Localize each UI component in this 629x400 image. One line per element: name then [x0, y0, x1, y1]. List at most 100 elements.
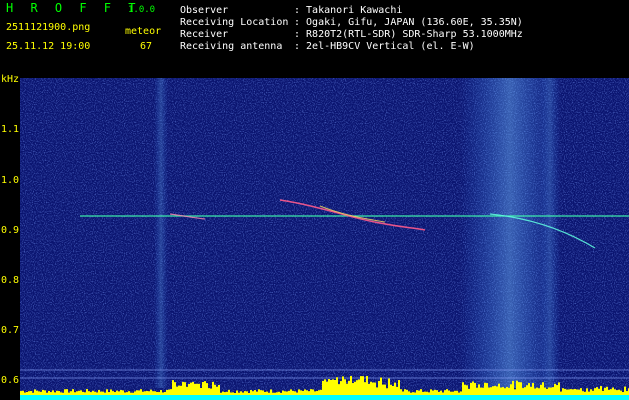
histogram-bar [484, 382, 486, 395]
histogram-bar [578, 389, 580, 395]
histogram-bar [116, 390, 118, 395]
histogram-bar [174, 382, 176, 395]
image-filename: 2511121900.png [6, 22, 91, 33]
histogram-bar [206, 383, 208, 395]
histogram-bar [520, 382, 522, 395]
histogram-bar [384, 384, 386, 395]
histogram-bar [136, 390, 138, 395]
histogram-bar [318, 390, 320, 395]
histogram-bar [144, 391, 146, 395]
histogram-bar [584, 391, 586, 395]
histogram-bar [26, 392, 28, 395]
histogram-bar [488, 387, 490, 395]
histogram-bar [378, 380, 380, 395]
histogram-bar [512, 380, 514, 395]
histogram-bar [108, 392, 110, 395]
histogram-bar [340, 381, 342, 395]
histogram-bar [344, 379, 346, 395]
histogram-bar [476, 387, 478, 395]
histogram-bar [530, 386, 532, 395]
histogram-bar [88, 391, 90, 395]
histogram-bar [308, 391, 310, 395]
observer-value: : Takanori Kawachi [294, 5, 403, 16]
histogram-bar [536, 387, 538, 395]
histogram-bar [300, 390, 302, 395]
histogram-bar [74, 392, 76, 395]
histogram-bar [236, 390, 238, 395]
meteor-count-label: meteor [125, 26, 162, 37]
histogram-bar [260, 390, 262, 395]
histogram-bar [614, 389, 616, 395]
histogram-bar [466, 385, 468, 395]
histogram-bar [456, 390, 458, 395]
histogram-bar [134, 391, 136, 395]
histogram-bar [52, 390, 54, 395]
histogram-bar [496, 386, 498, 395]
histogram-bar [194, 383, 196, 395]
histogram-bar [498, 383, 500, 395]
histogram-bar [218, 384, 220, 395]
histogram-bar [332, 379, 334, 395]
histogram-bar [124, 392, 126, 395]
histogram-bar [552, 387, 554, 395]
histogram-bar [380, 377, 382, 395]
histogram-bar [78, 390, 80, 395]
histogram-bar [458, 392, 460, 395]
histogram-bar [626, 391, 628, 395]
histogram-bar [560, 391, 562, 395]
histogram-bar [64, 389, 66, 395]
histogram-bar [192, 381, 194, 395]
histogram-bar [72, 389, 74, 395]
histogram-bar [326, 381, 328, 395]
histogram-bar [350, 376, 352, 395]
histogram-bar [30, 390, 32, 395]
histogram-bar [540, 384, 542, 395]
histogram-bar [352, 383, 354, 395]
histogram-bar [328, 379, 330, 395]
histogram-bar [596, 387, 598, 395]
histogram-bar [502, 387, 504, 395]
histogram-bar [296, 392, 298, 395]
histogram-bar [164, 391, 166, 395]
histogram-bar [606, 386, 608, 395]
histogram-bar [36, 390, 38, 395]
y-tick-label: 0.9 [1, 225, 20, 236]
histogram-bar [24, 392, 26, 395]
receiver-label: Receiver [180, 29, 229, 40]
histogram-bar [230, 392, 232, 395]
histogram-bar [442, 392, 444, 395]
histogram-bar [234, 392, 236, 395]
histogram-bar [288, 390, 290, 395]
histogram-bar [232, 392, 234, 395]
meteor-count-value: 67 [140, 41, 153, 52]
histogram-bar [228, 389, 230, 395]
y-tick-label: 0.8 [1, 275, 20, 286]
histogram-bar [132, 392, 134, 395]
histogram-bar [550, 387, 552, 395]
histogram-bar [492, 386, 494, 395]
header-panel: H R O F F T 1.0.0 2511121900.png 25.11.1… [0, 0, 629, 74]
app-title: H R O F F T [6, 1, 141, 15]
noise-band [540, 78, 560, 388]
histogram-bar [382, 384, 384, 395]
histogram-bar [448, 390, 450, 395]
histogram-bar [48, 391, 50, 395]
histogram-bar [252, 391, 254, 395]
histogram-bar [28, 391, 30, 395]
histogram-bar [128, 391, 130, 395]
histogram-bar [22, 390, 24, 395]
histogram-bar [246, 391, 248, 395]
histogram-bar [472, 381, 474, 395]
histogram-bar [376, 387, 378, 395]
spectrogram-svg [20, 78, 629, 400]
histogram-bar [532, 383, 534, 395]
histogram-bar [322, 380, 324, 395]
histogram-bar [264, 391, 266, 395]
histogram-bar [486, 383, 488, 395]
histogram-bar [284, 391, 286, 395]
histogram-bar [500, 387, 502, 395]
histogram-bar [580, 388, 582, 395]
histogram-bar [90, 392, 92, 395]
histogram-bar [274, 392, 276, 395]
histogram-bar [546, 388, 548, 395]
